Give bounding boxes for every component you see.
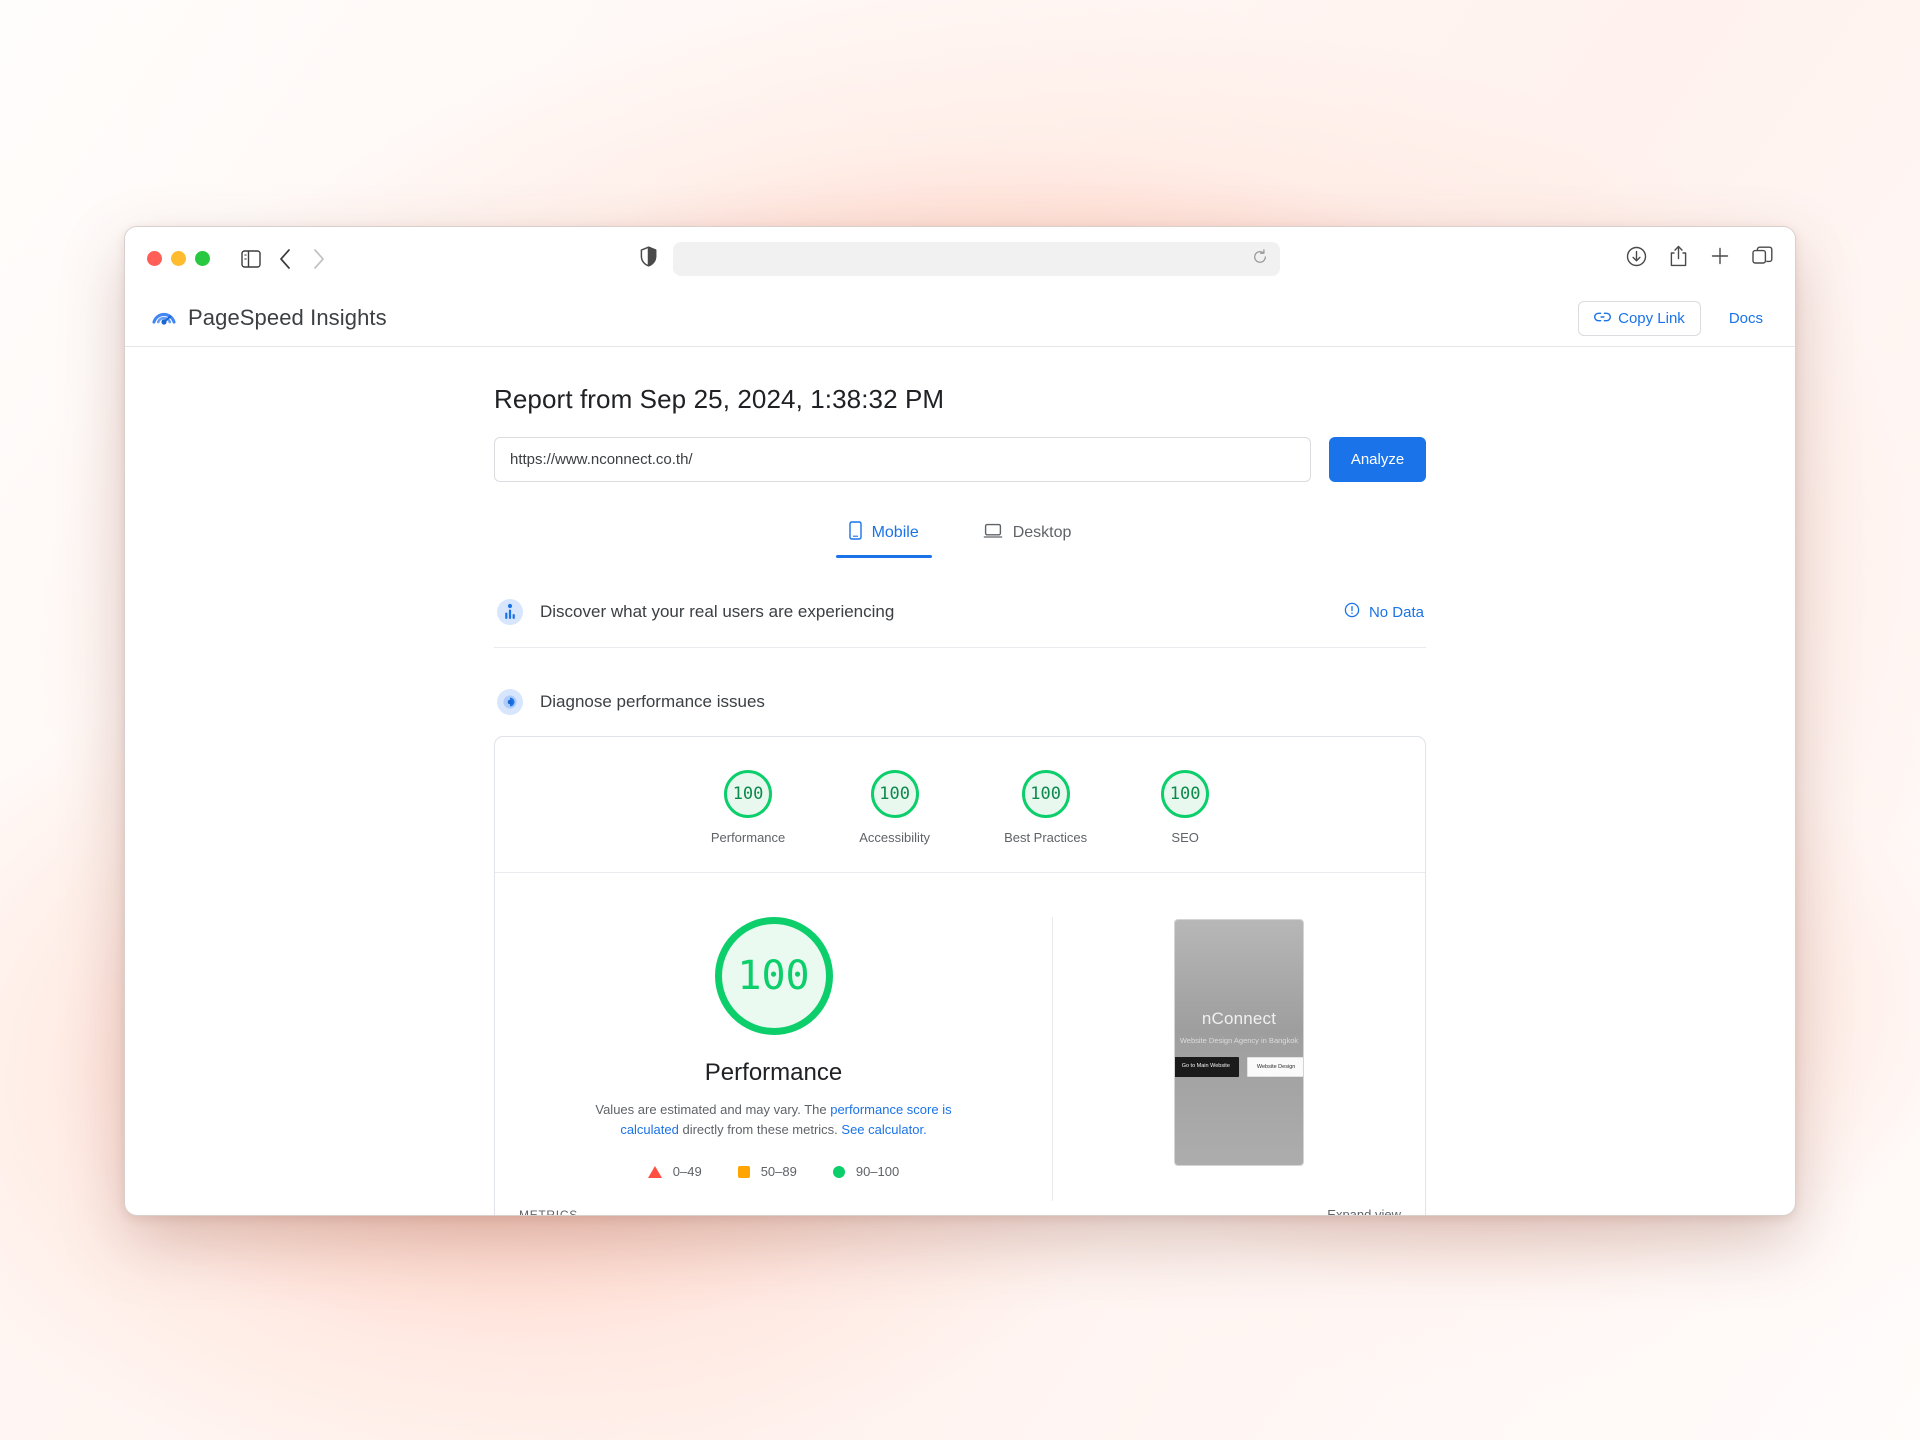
diagnose-icon (496, 688, 524, 716)
score-accessibility-label: Accessibility (859, 830, 931, 845)
screenshot-buttons: Go to Main Website Website Design (1175, 1056, 1303, 1077)
address-input[interactable] (673, 241, 1280, 276)
page-title: Report from Sep 25, 2024, 1:38:32 PM (494, 384, 945, 414)
score-best-practices-value: 100 (1021, 770, 1070, 818)
tab-mobile[interactable]: Mobile (835, 512, 932, 558)
shield-icon[interactable] (640, 245, 657, 272)
laptop-icon (983, 523, 1003, 544)
no-data-label: No Data (1368, 603, 1424, 621)
legend-average-label: 50–89 (760, 1164, 797, 1180)
url-input-value: https://www.nconnect.co.th/ (510, 451, 693, 468)
metrics-label: METRICS (519, 1207, 578, 1216)
maximize-window-button[interactable] (195, 251, 210, 266)
lighthouse-report-card: 100 Performance 100 Accessibility 100 Be… (494, 736, 1426, 1216)
copy-link-label: Copy Link (1618, 309, 1685, 327)
lab-data-section: Diagnose performance issues (494, 675, 1426, 724)
score-best-practices[interactable]: 100 Best Practices (1004, 770, 1087, 845)
score-seo[interactable]: 100 SEO (1161, 770, 1210, 845)
lab-data-label: Diagnose performance issues (540, 692, 765, 711)
legend-poor: 0–49 (647, 1164, 702, 1180)
category-scores: 100 Performance 100 Accessibility 100 Be… (495, 737, 1425, 873)
window-controls (147, 251, 210, 266)
link-icon (1594, 310, 1612, 327)
score-accessibility-value: 100 (870, 770, 919, 818)
toolbar-right-icons (1626, 245, 1773, 272)
tab-overview-icon[interactable] (1752, 246, 1773, 271)
url-input[interactable]: https://www.nconnect.co.th/ (494, 437, 1311, 482)
legend-good-label: 90–100 (855, 1164, 900, 1180)
metrics-header: METRICS Expand view (495, 1207, 1425, 1216)
performance-gauge: 100 (714, 917, 833, 1035)
browser-toolbar (125, 227, 1795, 290)
psi-app-header: PageSpeed Insights Copy Link Docs (125, 290, 1795, 347)
performance-gauge-panel: 100 Performance Values are estimated and… (495, 917, 1053, 1202)
page-screenshot-panel: nConnect Website Design Agency in Bangko… (1053, 917, 1425, 1201)
score-seo-value: 100 (1161, 770, 1210, 818)
minimize-window-button[interactable] (171, 251, 186, 266)
sidebar-icon[interactable] (234, 244, 268, 274)
see-calculator-link[interactable]: See calculator. (841, 1122, 926, 1137)
device-tabs: Mobile Desktop (494, 512, 1426, 558)
share-icon[interactable] (1669, 245, 1688, 272)
score-legend: 0–49 50–89 90–100 (647, 1164, 900, 1180)
back-button[interactable] (268, 244, 302, 274)
screenshot-site-title: nConnect (1201, 1008, 1277, 1028)
url-analyze-row: https://www.nconnect.co.th/ Analyze (494, 437, 1426, 482)
screenshot-primary-button: Go to Main Website (1175, 1056, 1239, 1077)
mobile-screenshot: nConnect Website Design Agency in Bangko… (1174, 919, 1304, 1166)
triangle-icon (647, 1165, 662, 1178)
screenshot-secondary-button: Website Design (1246, 1056, 1303, 1077)
download-icon[interactable] (1626, 246, 1647, 272)
performance-desc-part1: Values are estimated and may vary. The (595, 1102, 831, 1117)
score-seo-label: SEO (1171, 830, 1199, 845)
field-data-section: Discover what your real users are experi… (494, 585, 1426, 648)
legend-poor-label: 0–49 (672, 1164, 702, 1180)
real-users-icon (496, 598, 524, 626)
field-data-label: Discover what your real users are experi… (540, 602, 895, 621)
performance-description: Values are estimated and may vary. The p… (579, 1100, 969, 1140)
legend-average: 50–89 (737, 1164, 797, 1180)
score-performance[interactable]: 100 Performance (711, 770, 785, 845)
score-performance-label: Performance (710, 830, 786, 845)
score-accessibility[interactable]: 100 Accessibility (859, 770, 930, 845)
tab-mobile-label: Mobile (871, 524, 919, 541)
performance-desc-part2: directly from these metrics. (678, 1122, 842, 1138)
analyze-button[interactable]: Analyze (1329, 437, 1426, 482)
psi-content: Report from Sep 25, 2024, 1:38:32 PM htt… (125, 347, 1795, 1216)
circle-icon (832, 1165, 845, 1178)
browser-window: PageSpeed Insights Copy Link Docs Report… (124, 226, 1796, 1216)
performance-title: Performance (704, 1059, 843, 1086)
screenshot-site-subtitle: Website Design Agency in Bangkok (1179, 1035, 1299, 1045)
tab-desktop-label: Desktop (1012, 524, 1072, 541)
close-window-button[interactable] (147, 251, 162, 266)
psi-brand[interactable]: PageSpeed Insights (151, 303, 387, 334)
docs-link[interactable]: Docs (1723, 304, 1769, 333)
legend-good: 90–100 (832, 1164, 900, 1180)
new-tab-icon[interactable] (1710, 246, 1730, 271)
forward-button[interactable] (302, 244, 336, 274)
psi-title: PageSpeed Insights (188, 305, 387, 330)
expand-view-toggle[interactable]: Expand view (1327, 1207, 1401, 1215)
info-circle-icon (1344, 602, 1360, 622)
performance-overview: 100 Performance Values are estimated and… (495, 873, 1425, 1202)
reload-icon[interactable] (1252, 249, 1268, 268)
address-bar-region (640, 241, 1280, 276)
phone-icon (848, 521, 862, 545)
content-inner: Report from Sep 25, 2024, 1:38:32 PM htt… (494, 347, 1426, 1216)
square-icon (737, 1165, 750, 1178)
score-best-practices-label: Best Practices (1004, 830, 1088, 845)
score-performance-value: 100 (724, 770, 773, 818)
psi-header-actions: Copy Link Docs (1578, 300, 1769, 336)
no-data-status[interactable]: No Data (1344, 602, 1424, 622)
copy-link-button[interactable]: Copy Link (1578, 300, 1701, 336)
pagespeed-gauge-icon (151, 303, 177, 334)
tab-desktop[interactable]: Desktop (970, 512, 1085, 558)
